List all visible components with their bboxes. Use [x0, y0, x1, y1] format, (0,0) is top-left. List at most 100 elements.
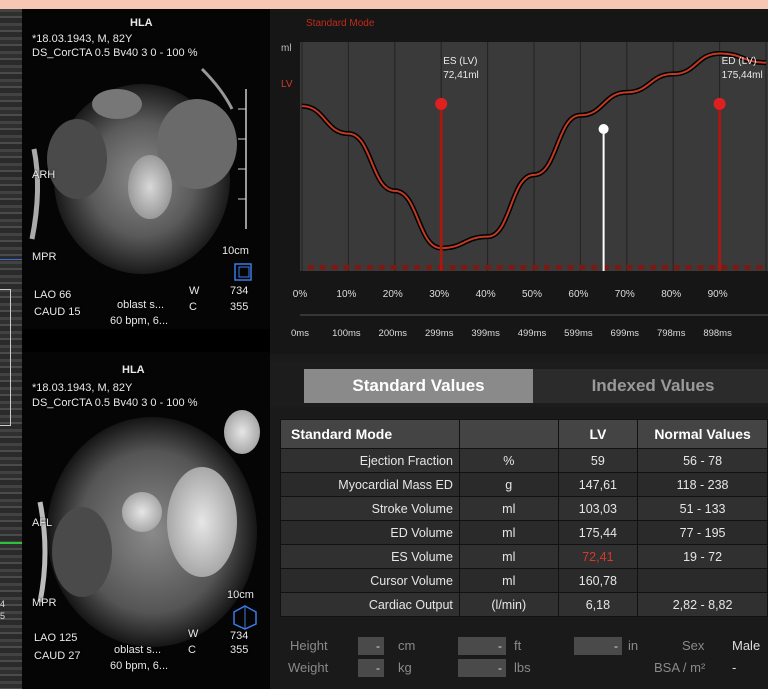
table-row[interactable]: ES Volume ml 72,41 19 - 72: [280, 544, 768, 569]
in-input[interactable]: -: [574, 637, 622, 655]
x-tick-percent: 60%: [568, 289, 588, 300]
tab-bar: Standard Values Indexed Values: [270, 361, 768, 407]
description-1: oblast s...: [114, 644, 162, 656]
row-unit: ml: [458, 544, 559, 569]
volume-curve-chart[interactable]: Standard Mode ml LV ES (LV) 72,41ml ED (LV) 17…: [270, 9, 768, 354]
table-row[interactable]: ED Volume ml 175,44 77 - 195: [280, 520, 768, 545]
strip-number-1: 4: [0, 599, 6, 609]
viewport-bottom[interactable]: HLA *18.03.1943, M, 82Y DS_CorCTA 0.5 Bv…: [22, 352, 270, 689]
series-info: DS_CorCTA 0.5 Bv40 3 0 - 100 %: [32, 397, 198, 409]
tab-indexed-values[interactable]: Indexed Values: [533, 369, 768, 403]
sex-value[interactable]: Male: [732, 638, 760, 653]
series-label: LV: [281, 79, 293, 90]
frame-tick: [343, 265, 350, 270]
row-unit: g: [458, 472, 559, 497]
frame-tick: [626, 265, 633, 270]
left-viewport-strip[interactable]: 4 5: [0, 9, 22, 689]
row-name: Stroke Volume: [280, 496, 460, 521]
row-name: Ejection Fraction: [280, 448, 460, 473]
table-row[interactable]: Ejection Fraction % 59 56 - 78: [280, 448, 768, 473]
frame-tick: [390, 265, 397, 270]
frame-tick: [756, 265, 763, 270]
x-tick-percent: 20%: [383, 289, 403, 300]
mode-label: MPR: [32, 251, 57, 263]
row-normal: 118 - 238: [637, 472, 768, 497]
description-2: 60 bpm, 6...: [110, 660, 169, 672]
angle-label-1: LAO 66: [34, 289, 72, 301]
row-unit: (l/min): [458, 592, 559, 617]
weight-input[interactable]: -: [358, 659, 384, 677]
patient-info: *18.03.1943, M, 82Y: [32, 382, 133, 394]
chart-svg: Standard Mode ml LV ES (LV) 72,41ml ED (LV) 17…: [281, 18, 768, 339]
frame-tick: [532, 265, 539, 270]
orientation-cube-icon[interactable]: [232, 261, 256, 283]
row-lv: 147,61: [557, 472, 639, 497]
frame-tick: [367, 265, 373, 270]
x-tick-percent: 80%: [661, 289, 681, 300]
scale-label: 10cm: [222, 245, 249, 257]
table-header-row: Standard Mode LV Normal Values: [280, 419, 768, 449]
frame-tick: [402, 265, 409, 270]
center-value: 355: [230, 644, 249, 656]
lbs-input[interactable]: -: [458, 659, 506, 677]
scale-label: 10cm: [227, 589, 254, 601]
description-2: 60 bpm, 6...: [110, 315, 169, 327]
frame-tick: [496, 265, 503, 270]
frame-tick: [355, 265, 362, 270]
frame-tick: [567, 265, 574, 270]
frame-tick: [308, 265, 314, 270]
y-axis-label: ml: [281, 43, 292, 54]
orientation-cube-icon[interactable]: [232, 604, 258, 630]
cursor-dot: [598, 124, 609, 135]
row-unit: ml: [458, 568, 559, 593]
row-name: Cursor Volume: [280, 568, 460, 593]
x-tick-ms: 200ms: [379, 328, 408, 339]
viewport-top[interactable]: HLA *18.03.1943, M, 82Y DS_CorCTA 0.5 Bv…: [22, 9, 270, 329]
x-tick-ms: 399ms: [471, 328, 500, 339]
window-label: W: [188, 628, 199, 640]
frame-tick: [721, 265, 727, 270]
x-tick-percent: 90%: [708, 289, 728, 300]
in-label: in: [628, 638, 639, 653]
row-name: ED Volume: [280, 520, 460, 545]
blue-reference-line: [0, 259, 22, 260]
frame-tick: [732, 265, 739, 270]
values-table: Standard Mode LV Normal Values Ejection …: [280, 419, 768, 617]
marker-label: ED (LV): [722, 56, 757, 67]
chart-title: Standard Mode: [306, 18, 375, 29]
plane-label: HLA: [122, 364, 145, 376]
marker-dot: [435, 97, 448, 110]
table-row[interactable]: Cursor Volume ml 160,78: [280, 568, 768, 593]
frame-tick: [744, 265, 751, 270]
frame-tick: [319, 265, 326, 270]
table-row[interactable]: Myocardial Mass ED g 147,61 118 - 238: [280, 472, 768, 497]
frame-tick: [473, 265, 480, 270]
tab-standard-values[interactable]: Standard Values: [304, 369, 533, 403]
lbs-label: lbs: [514, 660, 531, 675]
row-lv-highlight: 72,41: [557, 544, 639, 569]
row-lv: 59: [557, 448, 639, 473]
frame-tick: [614, 265, 621, 270]
x-tick-percent: 50%: [522, 289, 542, 300]
height-input[interactable]: -: [358, 637, 384, 655]
frame-tick: [591, 265, 598, 270]
bsa-label: BSA / m²: [654, 660, 706, 675]
x-tick-ms: 0ms: [291, 328, 309, 339]
frame-tick: [508, 265, 515, 270]
row-unit: %: [458, 448, 559, 473]
green-reference-line: [0, 542, 22, 544]
ft-input[interactable]: -: [458, 637, 506, 655]
patient-info: *18.03.1943, M, 82Y: [32, 33, 133, 45]
frame-tick: [461, 265, 468, 270]
frame-tick: [685, 265, 692, 270]
table-row[interactable]: Stroke Volume ml 103,03 51 - 133: [280, 496, 768, 521]
row-normal: [637, 568, 768, 593]
frame-tick: [378, 265, 385, 270]
frame-tick: [555, 265, 562, 270]
frame-tick: [414, 265, 421, 270]
frame-tick: [520, 265, 527, 270]
table-row[interactable]: Cardiac Output (l/min) 6,18 2,82 - 8,82: [280, 592, 768, 617]
frame-tick: [709, 265, 716, 270]
angle-label-2: CAUD 27: [34, 650, 81, 662]
viewport-gap: [22, 329, 270, 352]
